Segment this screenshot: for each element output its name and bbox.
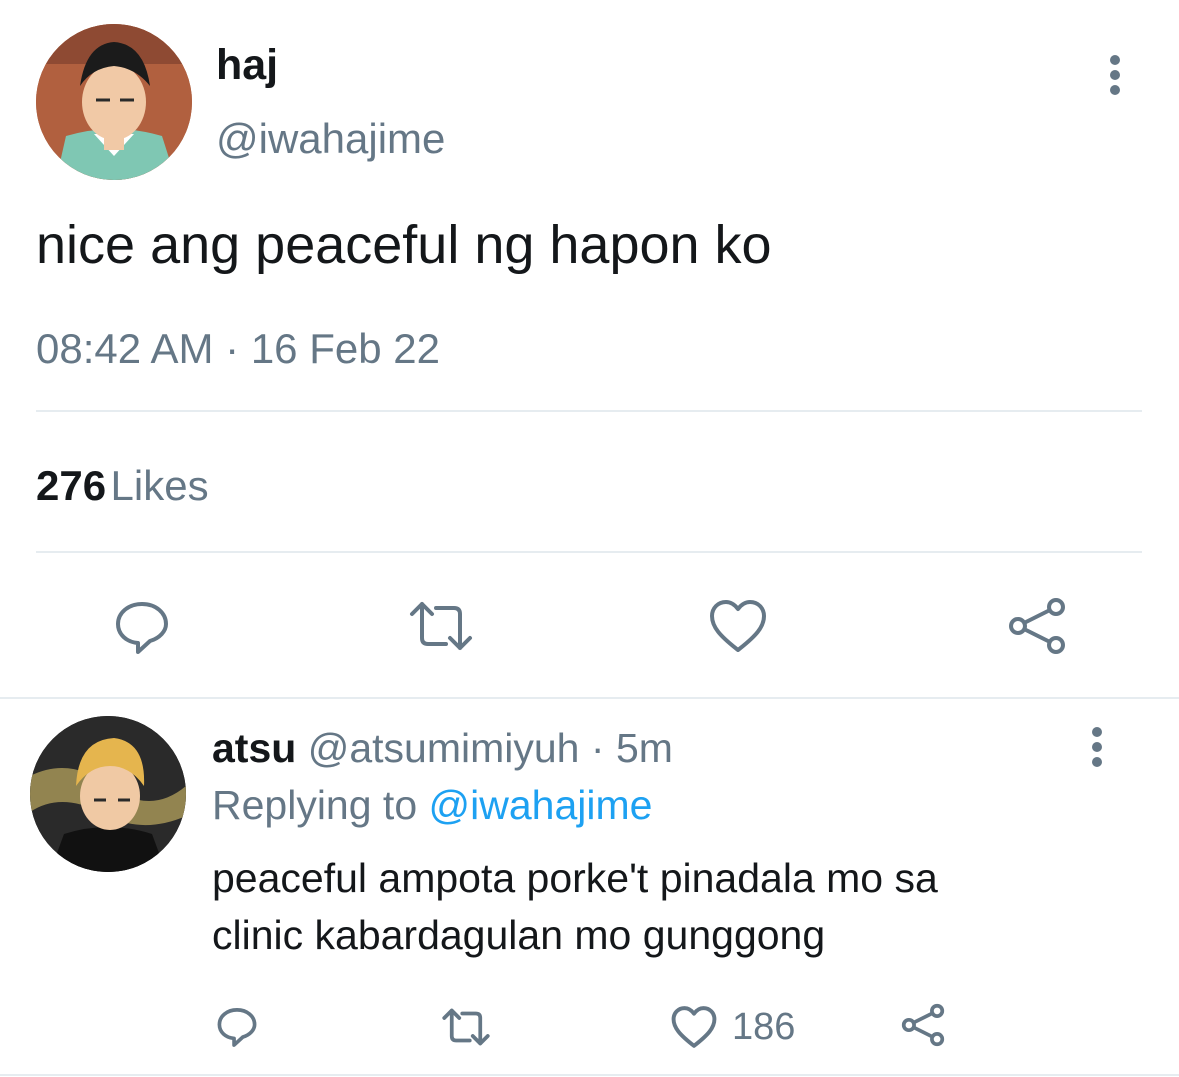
- share-icon[interactable]: [1006, 596, 1068, 656]
- tweet-date: 16 Feb 22: [250, 325, 440, 372]
- retweet-icon[interactable]: [408, 598, 474, 654]
- replying-to-link[interactable]: @iwahajime: [429, 782, 653, 828]
- retweet-icon[interactable]: [440, 1006, 492, 1048]
- tweet-timestamp[interactable]: 08:42 AM · 16 Feb 22: [36, 328, 440, 370]
- like-icon[interactable]: [708, 598, 768, 654]
- section-divider: [0, 697, 1179, 699]
- likes-stat[interactable]: 276 Likes: [36, 462, 209, 510]
- more-vertical-icon[interactable]: [1082, 726, 1112, 770]
- reply-header: atsu @atsumimiyuh · 5m: [212, 728, 673, 769]
- author-handle[interactable]: @iwahajime: [216, 118, 445, 160]
- reply-text-line: clinic kabardagulan mo gunggong: [212, 912, 826, 958]
- reply-text-line: peaceful ampota porke't pinadala mo sa: [212, 855, 938, 901]
- likes-count: 276: [36, 462, 107, 509]
- like-icon[interactable]: [670, 1005, 718, 1049]
- reply-author-name[interactable]: atsu: [212, 725, 296, 771]
- divider: [36, 410, 1142, 412]
- replying-to: Replying to @iwahajime: [212, 785, 652, 826]
- tweet-text: nice ang peaceful ng hapon ko: [36, 215, 772, 275]
- reply-text: peaceful ampota porke't pinadala mo sa c…: [212, 850, 938, 964]
- separator-dot: ·: [590, 725, 605, 771]
- tweet-time: 08:42 AM: [36, 325, 214, 372]
- more-vertical-icon[interactable]: [1100, 54, 1130, 98]
- reply-icon[interactable]: [112, 596, 172, 656]
- likes-label: Likes: [110, 462, 209, 509]
- share-icon[interactable]: [900, 1002, 946, 1048]
- author-name[interactable]: haj: [216, 44, 278, 87]
- replying-to-label: Replying to: [212, 782, 418, 828]
- section-divider: [0, 1074, 1179, 1076]
- separator-dot: ·: [225, 325, 240, 372]
- reply-age[interactable]: 5m: [616, 725, 673, 771]
- reply-icon[interactable]: [214, 1004, 260, 1048]
- reply-author-avatar[interactable]: [30, 716, 186, 872]
- like-count: 186: [732, 1006, 796, 1048]
- divider: [36, 551, 1142, 553]
- author-avatar[interactable]: [36, 24, 192, 180]
- reply-author-handle[interactable]: @atsumimiyuh: [308, 725, 580, 771]
